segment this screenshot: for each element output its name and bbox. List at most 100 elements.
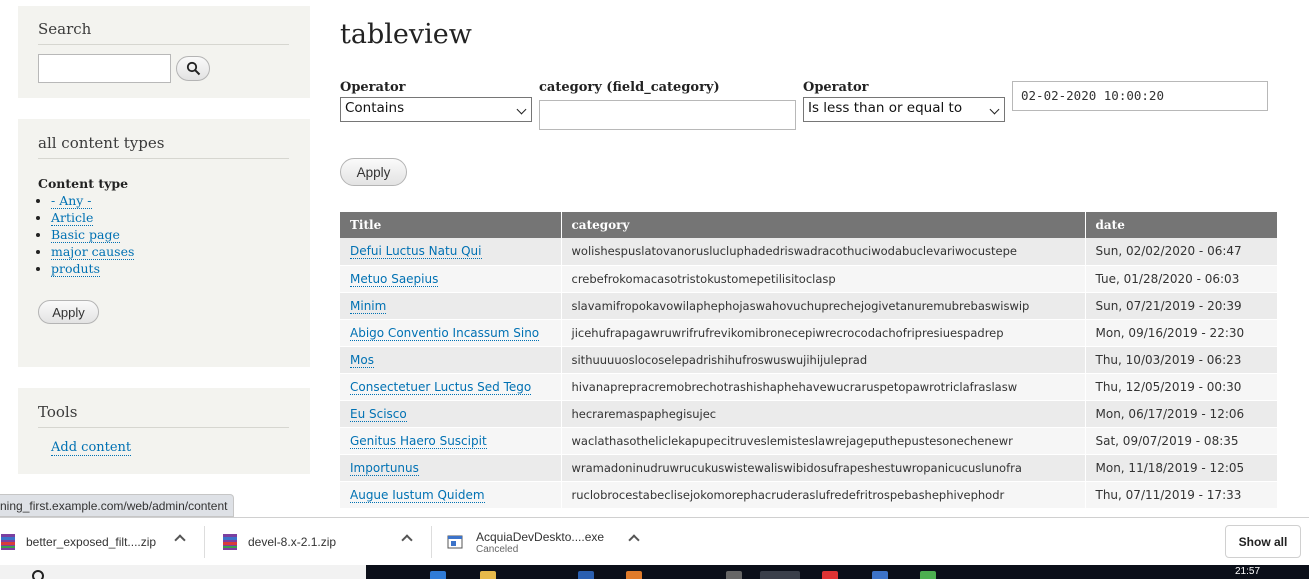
taskbar-search-box[interactable] [0,565,366,579]
cell-category: jicehufrapagawruwrifrufrevikomibronecepi… [561,319,1086,347]
cell-title: Consectetuer Luctus Sed Tego [340,373,562,401]
download-name: devel-8.x-2.1.zip [248,535,337,549]
search-button[interactable] [176,56,210,81]
tools-block: Tools Add content [18,388,310,474]
taskbar-app-icon[interactable] [726,571,742,579]
cell-category: crebefrokomacasotristokustomepetilisitoc… [561,265,1086,293]
operator-select[interactable]: Contains [340,97,532,122]
download-bar: better_exposed_filt....zip devel-8.x-2.1… [0,517,1309,565]
content-type-article-link[interactable]: Article [51,210,94,226]
download-item[interactable]: better_exposed_filt....zip [0,518,156,566]
divider [204,526,205,558]
list-item: produts [51,260,290,277]
content-type-produts-link[interactable]: produts [51,261,100,277]
cell-title: Mos [340,346,562,374]
taskbar-app-icon[interactable] [430,571,446,579]
download-item[interactable]: devel-8.x-2.1.zip [222,518,336,566]
cell-category: wramadoninudruwrucukuswistewaliswibidosu… [561,454,1086,482]
chevron-down-icon [989,104,1000,115]
list-item: - Any - [51,192,290,209]
apply-button[interactable]: Apply [340,158,407,186]
date-operator-select-value: Is less than or equal to [808,100,963,116]
archive-icon [223,534,237,550]
installer-icon [447,535,463,549]
taskbar-app-icon[interactable] [626,571,642,579]
date-input[interactable]: 02-02-2020 10:00:20 [1012,81,1268,111]
operator-label: Operator [340,80,406,95]
content-type-list: - Any - Article Basic page major causes … [51,192,290,277]
folder-icon[interactable] [480,571,496,579]
cell-date: Mon, 09/16/2019 - 22:30 [1085,319,1277,347]
row-title-link[interactable]: Minim [350,298,387,314]
cell-date: Sat, 09/07/2019 - 08:35 [1085,427,1277,455]
table-row: Mos sithuuuuoslocoselepadrishihufroswuswu… [340,346,1277,374]
search-icon [186,61,200,76]
content-types-block: all content types Content type - Any - A… [18,119,310,367]
cell-category: wolishespuslatovanoruslucluphadedriswadr… [561,238,1086,266]
download-name: better_exposed_filt....zip [26,535,157,549]
cell-title: Genitus Haero Suscipit [340,427,562,455]
date-operator-select[interactable]: Is less than or equal to [803,97,1005,122]
row-title-link[interactable]: Consectetuer Luctus Sed Tego [350,379,532,395]
cell-title: Minim [340,292,562,320]
cell-category: ruclobrocestabeclisejokomorephacruderasl… [561,481,1086,509]
list-item: Basic page [51,226,290,243]
row-title-link[interactable]: Abigo Conventio Incassum Sino [350,325,540,341]
column-header-date[interactable]: date [1085,212,1277,238]
content-type-label: Content type [38,176,129,191]
page-title: tableview [340,19,472,50]
content-type-basic-page-link[interactable]: Basic page [51,227,120,243]
content-types-title: all content types [38,134,289,159]
column-header-title[interactable]: Title [340,212,562,238]
taskbar-app-icon[interactable] [578,571,594,579]
divider [431,526,432,558]
row-title-link[interactable]: Defui Luctus Natu Qui [350,244,482,260]
row-title-link[interactable]: Metuo Saepius [350,271,439,287]
date-operator-label: Operator [803,80,869,95]
cell-title: Abigo Conventio Incassum Sino [340,319,562,347]
cell-title: Importunus [340,454,562,482]
taskbar-app-icon[interactable] [920,571,936,579]
row-title-link[interactable]: Augue Iustum Quidem [350,487,485,503]
cell-date: Mon, 06/17/2019 - 12:06 [1085,400,1277,428]
taskbar-clock: 21:57 [1235,566,1261,577]
search-input[interactable] [38,54,171,83]
cell-category: waclathasotheliclekapupecitruveslemistes… [561,427,1086,455]
archive-icon [1,534,15,550]
chevron-up-icon[interactable] [174,534,186,546]
results-table: Title category date Defui Luctus Natu Qu… [340,212,1277,509]
sidebar-apply-button[interactable]: Apply [38,300,99,324]
taskbar-app-icon[interactable] [872,571,888,579]
taskbar-app-icon[interactable] [760,571,800,579]
download-item[interactable]: AcquiaDevDeskto....exe Canceled [447,518,604,566]
chevron-up-icon[interactable] [401,534,413,546]
cell-date: Mon, 11/18/2019 - 12:05 [1085,454,1277,482]
cell-category: hivanaprepracremobrechotrashishaphehavew… [561,373,1086,401]
taskbar-app-icon[interactable] [822,571,838,579]
chevron-up-icon[interactable] [628,534,640,546]
table-row: Eu Scisco hecraremaspaphegisujec Mon, 06/1… [340,400,1277,428]
cell-date: Sun, 02/02/2020 - 06:47 [1085,238,1277,266]
table-row: Defui Luctus Natu Qui wolishespuslatovano… [340,238,1277,266]
row-title-link[interactable]: Mos [350,352,374,368]
column-header-category[interactable]: category [561,212,1086,238]
list-item: Article [51,209,290,226]
table-row: Augue Iustum Quidem ruclobrocestabeclisej… [340,481,1277,509]
table-row: Genitus Haero Suscipit waclathasothelicle… [340,427,1277,455]
add-content-link[interactable]: Add content [51,440,132,456]
show-all-button[interactable]: Show all [1225,525,1301,558]
table-row: Metuo Saepius crebefrokomacasotristokusto… [340,265,1277,293]
category-input[interactable] [539,100,796,130]
cell-date: Tue, 01/28/2020 - 06:03 [1085,265,1277,293]
table-row: Minim slavamifropokavowilaphephojaswahovu… [340,292,1277,320]
chevron-down-icon [516,104,527,115]
content-type-any-link[interactable]: - Any - [51,193,92,209]
row-title-link[interactable]: Genitus Haero Suscipit [350,433,487,449]
table-header-row: Title category date [340,212,1277,238]
download-status: Canceled [476,543,519,555]
table-row: Consectetuer Luctus Sed Tego hivanaprepra… [340,373,1277,401]
content-type-major-causes-link[interactable]: major causes [51,244,135,260]
row-title-link[interactable]: Eu Scisco [350,406,407,422]
cell-category: slavamifropokavowilaphephojaswahovuchupr… [561,292,1086,320]
row-title-link[interactable]: Importunus [350,460,419,476]
